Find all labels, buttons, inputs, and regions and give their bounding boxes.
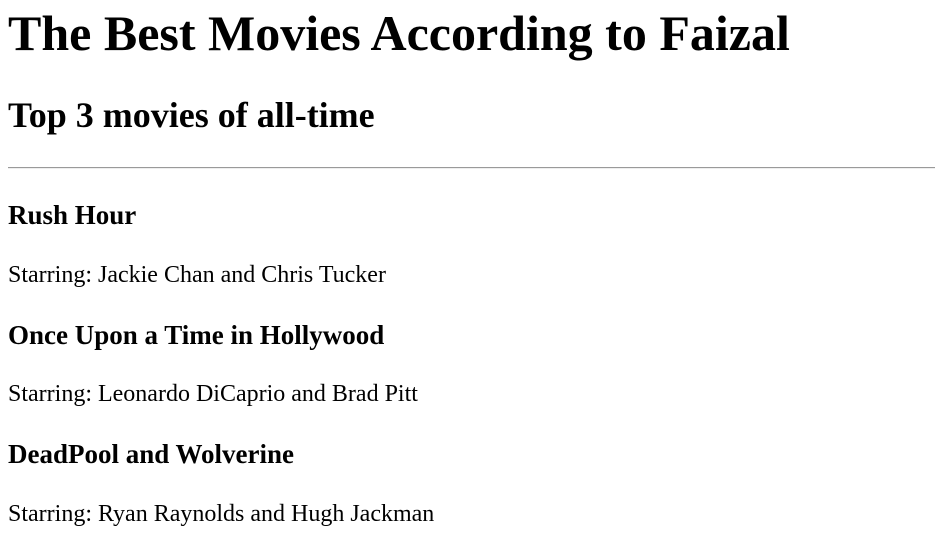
- divider: [8, 167, 935, 169]
- movie-title: DeadPool and Wolverine: [8, 439, 295, 469]
- movie-title: Rush Hour: [8, 200, 137, 230]
- page-title: The Best Movies According to Faizal: [8, 5, 790, 61]
- movie-title: Once Upon a Time in Hollywood: [8, 320, 385, 350]
- movie-cast: Starring: Jackie Chan and Chris Tucker: [8, 262, 386, 288]
- movie-cast: Starring: Leonardo DiCaprio and Brad Pit…: [8, 381, 418, 407]
- page-subtitle: Top 3 movies of all-time: [8, 95, 375, 135]
- movie-cast: Starring: Ryan Raynolds and Hugh Jackman: [8, 501, 435, 527]
